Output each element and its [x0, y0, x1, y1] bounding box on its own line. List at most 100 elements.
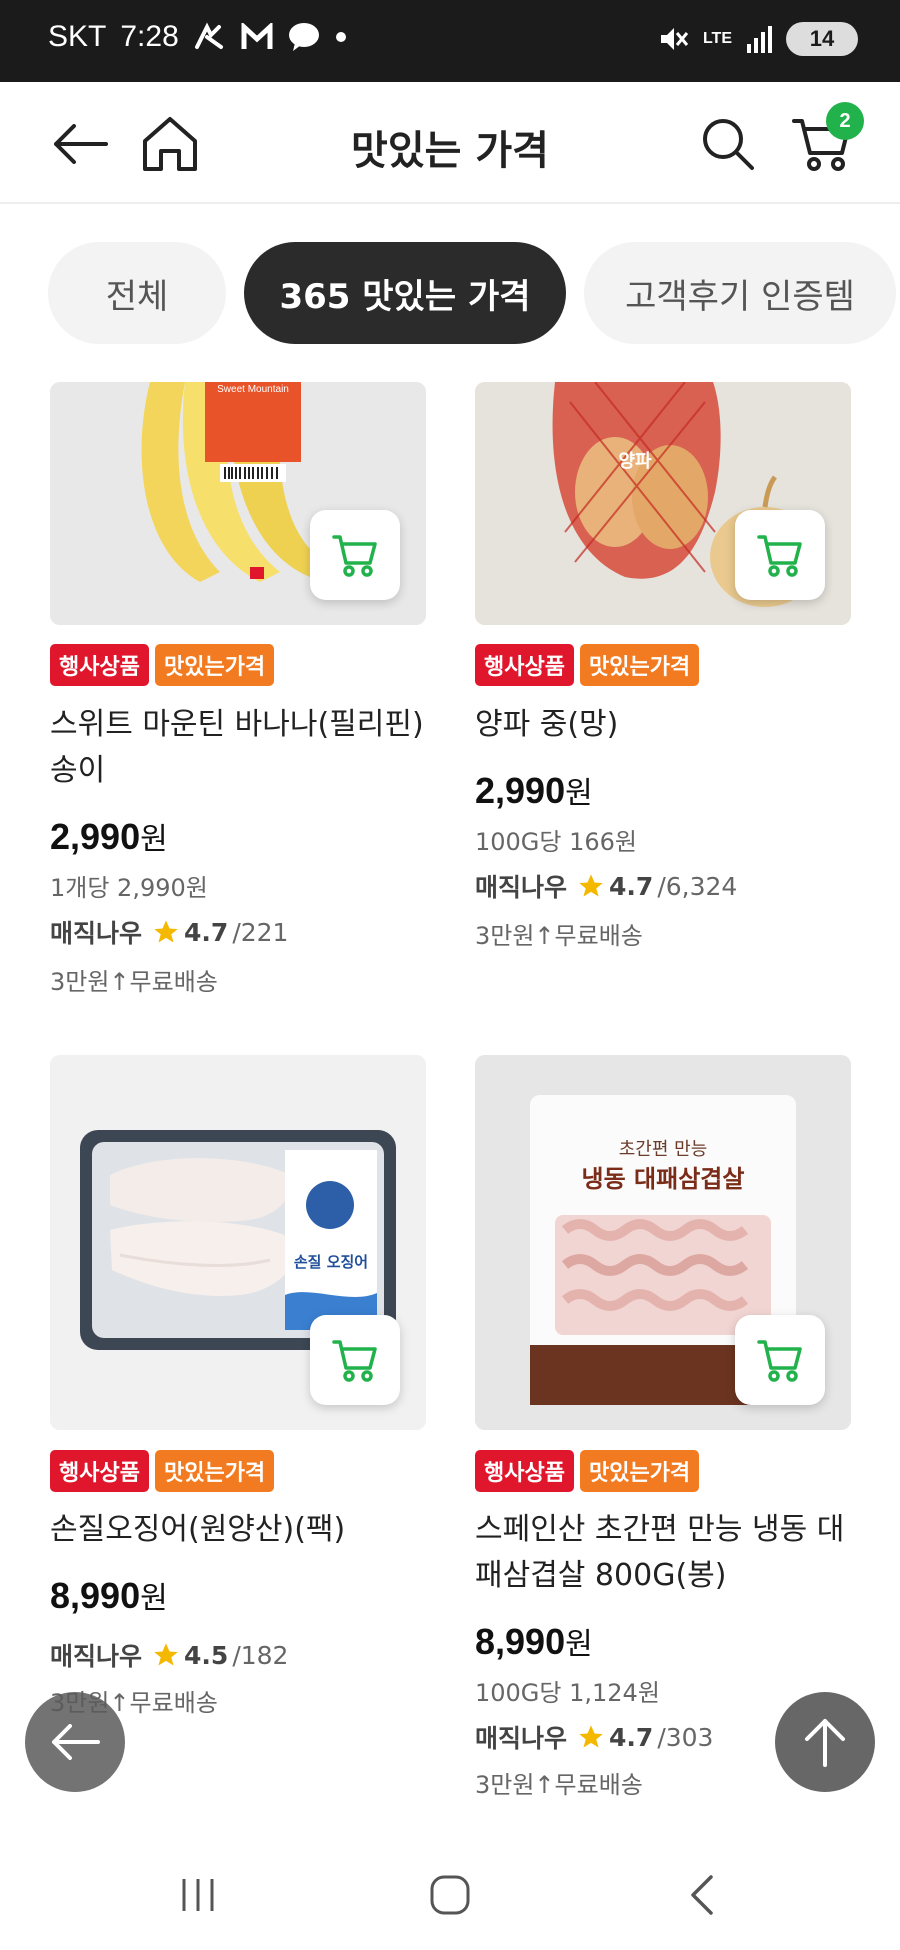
tasty-price-tag: 맛있는가격: [154, 644, 275, 686]
product-tags: 행사상품 맛있는가격: [50, 1450, 275, 1492]
price-value: 2,990: [50, 816, 141, 857]
price-value: 8,990: [475, 1621, 566, 1662]
price-value: 2,990: [475, 770, 566, 811]
rating-score: 4.7: [609, 1722, 654, 1752]
shipping-info: 3만원↑무료배송: [50, 968, 218, 996]
network-label: LTE: [702, 30, 732, 47]
review-count: /6,324: [657, 871, 738, 901]
recent-apps-button[interactable]: [168, 1870, 228, 1920]
category-tabs: 전체 365 맛있는 가격 고객후기 인증템: [0, 242, 900, 346]
product-card[interactable]: 손질 오징어 행사상품 맛있는가격 손질오징어(원양산)(팩) 8,990원 매…: [50, 1055, 426, 1725]
shipping-info: 3만원↑무료배송: [475, 922, 643, 950]
status-bar: SKT 7:28 LTE 14: [0, 0, 900, 82]
tab-all[interactable]: 전체: [48, 242, 226, 344]
product-name[interactable]: 손질오징어(원양산)(팩): [50, 1507, 430, 1553]
price-value: 8,990: [50, 1575, 141, 1616]
search-button[interactable]: [696, 112, 760, 176]
currency-label: 원: [565, 1627, 593, 1662]
tasty-price-tag: 맛있는가격: [579, 1450, 700, 1492]
add-to-cart-button[interactable]: [310, 510, 400, 600]
rating-row: 매직나우 4.7 /221: [50, 914, 288, 950]
product-tags: 행사상품 맛있는가격: [50, 644, 275, 686]
seller-label: 매직나우: [475, 1724, 568, 1753]
add-to-cart-button[interactable]: [735, 510, 825, 600]
shipping-info: 3만원↑무료배송: [475, 1771, 643, 1799]
squid-pack-label: 손질 오징어: [294, 1253, 368, 1271]
tasty-price-tag: 맛있는가격: [579, 644, 700, 686]
product-price: 2,990원: [475, 768, 593, 812]
review-count: /221: [232, 917, 289, 947]
app-notification-icon: [194, 22, 223, 49]
product-price: 8,990원: [50, 1573, 168, 1617]
talk-icon: [288, 23, 319, 51]
search-icon: [703, 119, 754, 170]
cart-icon: [757, 1340, 802, 1382]
unit-price: 100G당 166원: [475, 828, 638, 856]
scroll-to-top-button[interactable]: [775, 1692, 875, 1792]
add-to-cart-button[interactable]: [735, 1315, 825, 1405]
add-to-cart-button[interactable]: [310, 1315, 400, 1405]
floating-back-button[interactable]: [25, 1692, 125, 1792]
event-tag: 행사상품: [475, 1450, 574, 1492]
star-icon: [154, 1643, 178, 1666]
battery-indicator: 14: [786, 22, 858, 56]
pork-pack-subtitle: 초간편 만능: [619, 1139, 708, 1160]
event-tag: 행사상품: [50, 644, 149, 686]
product-tags: 행사상품 맛있는가격: [475, 644, 700, 686]
star-icon: [579, 874, 603, 897]
seller-label: 매직나우: [50, 919, 143, 948]
tasty-price-tag: 맛있는가격: [154, 1450, 275, 1492]
event-tag: 행사상품: [50, 1450, 149, 1492]
product-tags: 행사상품 맛있는가격: [475, 1450, 700, 1492]
battery-level: 14: [809, 26, 835, 51]
page-title: 맛있는 가격: [351, 128, 549, 174]
recent-apps-icon: [182, 1879, 214, 1911]
gmail-icon: [241, 23, 273, 49]
tab-review-certified[interactable]: 고객후기 인증템: [584, 242, 896, 344]
product-card[interactable]: 양파 행사상품 맛있는가격 양파 중(망) 2,990원 100G당 166원 …: [475, 382, 851, 962]
currency-label: 원: [140, 1581, 168, 1616]
home-circle-icon: [430, 1875, 470, 1915]
back-nav-button[interactable]: [672, 1870, 732, 1920]
review-count: /303: [657, 1722, 714, 1752]
app-header: 맛있는 가격 2: [0, 82, 900, 204]
rating-row: 매직나우 4.7 /303: [475, 1719, 713, 1755]
system-nav-bar: [0, 1840, 900, 1950]
tab-365-tasty-price[interactable]: 365 맛있는 가격: [244, 242, 566, 344]
event-tag: 행사상품: [475, 644, 574, 686]
unit-price: 1개당 2,990원: [50, 874, 208, 902]
product-price: 8,990원: [475, 1619, 593, 1663]
unit-price: 100G당 1,124원: [475, 1679, 660, 1707]
cart-icon: [332, 1340, 377, 1382]
star-icon: [154, 920, 178, 943]
pork-pack-title: 냉동 대패삼겹살: [582, 1165, 745, 1193]
rating-score: 4.7: [184, 917, 229, 947]
star-icon: [579, 1725, 603, 1748]
cart-icon: [332, 535, 377, 577]
product-price: 2,990원: [50, 814, 168, 858]
cart-count-badge: 2: [826, 102, 864, 140]
home-nav-button[interactable]: [420, 1870, 480, 1920]
seller-label: 매직나우: [475, 873, 568, 902]
dot-icon: [335, 32, 346, 42]
chevron-left-icon: [691, 1875, 713, 1915]
rating-score: 4.5: [184, 1640, 229, 1670]
clock: 7:28: [120, 20, 179, 53]
product-name[interactable]: 스페인산 초간편 만능 냉동 대패삼겹살 800G(봉): [475, 1507, 855, 1599]
banana-brand-label: Sweet Mountain: [217, 384, 289, 395]
onion-bag-label: 양파: [618, 451, 652, 472]
review-count: /182: [232, 1640, 289, 1670]
rating-row: 매직나우 4.7 /6,324: [475, 868, 737, 904]
currency-label: 원: [140, 822, 168, 857]
cart-icon: [757, 535, 802, 577]
currency-label: 원: [565, 776, 593, 811]
arrow-left-icon: [52, 1724, 100, 1760]
product-name[interactable]: 스위트 마운틴 바나나(필리핀) 송이: [50, 702, 430, 794]
arrow-up-icon: [805, 1719, 845, 1767]
product-card[interactable]: Sweet Mountain 행사상품 맛있는가격 스위트 마운틴 바나나(필리…: [50, 382, 426, 1002]
signal-icon: [747, 26, 772, 53]
rating-row: 매직나우 4.5 /182: [50, 1637, 288, 1673]
product-card[interactable]: 초간편 만능 냉동 대패삼겹살 행사상품 맛있는가격 스페인산 초간편 만능 냉…: [475, 1055, 851, 1799]
product-name[interactable]: 양파 중(망): [475, 702, 855, 748]
seller-label: 매직나우: [50, 1642, 143, 1671]
